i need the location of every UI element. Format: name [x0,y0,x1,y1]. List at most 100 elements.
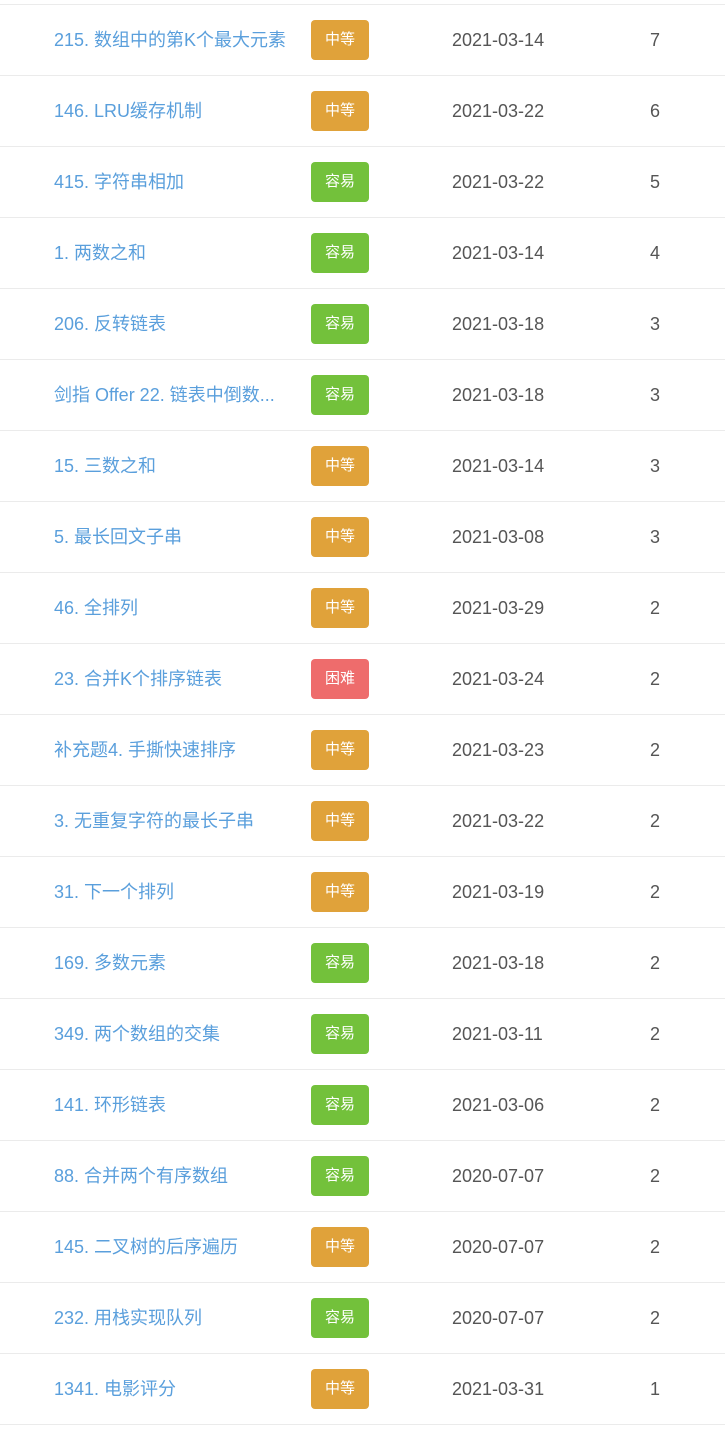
difficulty-badge: 容易 [311,1156,369,1196]
table-row: 1341. 电影评分 中等 2021-03-31 1 [0,1354,725,1425]
problem-title-link[interactable]: 206. 反转链表 [54,289,294,359]
last-date: 2020-07-07 [452,1166,545,1186]
problem-title-link[interactable]: 215. 数组中的第K个最大元素 [54,5,294,75]
table-row: 31. 下一个排列 中等 2021-03-19 2 [0,857,725,928]
table-row: 232. 用栈实现队列 容易 2020-07-07 2 [0,1283,725,1354]
table-row: 169. 多数元素 容易 2021-03-18 2 [0,928,725,999]
frequency-count: 2 [649,1237,660,1257]
last-date: 2021-03-14 [452,456,545,476]
problem-table: 215. 数组中的第K个最大元素 中等 2021-03-14 7 146. LRU缓存机… [0,0,725,1430]
last-date: 2021-03-19 [452,882,545,902]
last-date: 2021-03-18 [452,314,545,334]
table-row: 145. 二叉树的后序遍历 中等 2020-07-07 2 [0,1212,725,1283]
table-row: 46. 全排列 中等 2021-03-29 2 [0,573,725,644]
table-row: 23. 合并K个排序链表 困难 2021-03-24 2 [0,644,725,715]
frequency-count: 4 [649,243,660,263]
difficulty-badge: 容易 [311,233,369,273]
problem-title-link[interactable]: 46. 全排列 [54,573,294,643]
difficulty-badge: 容易 [311,304,369,344]
difficulty-badge: 中等 [311,91,369,131]
problem-title-link[interactable]: 23. 合并K个排序链表 [54,644,294,714]
difficulty-badge: 容易 [311,943,369,983]
difficulty-badge: 中等 [311,801,369,841]
frequency-count: 2 [649,1095,660,1115]
last-date: 2021-03-31 [452,1379,545,1399]
frequency-count: 7 [649,30,660,50]
table-row: 88. 合并两个有序数组 容易 2020-07-07 2 [0,1141,725,1212]
problem-title-link[interactable]: 232. 用栈实现队列 [54,1283,294,1353]
table-row: 141. 环形链表 容易 2021-03-06 2 [0,1070,725,1141]
frequency-count: 2 [649,1024,660,1044]
table-row: 补充题4. 手撕快速排序 中等 2021-03-23 2 [0,715,725,786]
frequency-count: 3 [649,456,660,476]
problem-title-link[interactable]: 3. 无重复字符的最长子串 [54,786,294,856]
table-body: 215. 数组中的第K个最大元素 中等 2021-03-14 7 146. LRU缓存机… [0,5,725,1425]
last-date: 2020-07-07 [452,1308,545,1328]
frequency-count: 6 [649,101,660,121]
table-row: 146. LRU缓存机制 中等 2021-03-22 6 [0,76,725,147]
difficulty-badge: 中等 [311,588,369,628]
difficulty-badge: 中等 [311,1369,369,1409]
frequency-count: 2 [649,598,660,618]
table-row: 5. 最长回文子串 中等 2021-03-08 3 [0,502,725,573]
frequency-count: 1 [649,1379,660,1399]
last-date: 2021-03-11 [452,1024,543,1044]
problem-title-link[interactable]: 169. 多数元素 [54,928,294,998]
frequency-count: 2 [649,1166,660,1186]
last-date: 2021-03-14 [452,243,545,263]
last-date: 2021-03-22 [452,101,545,121]
last-date: 2021-03-23 [452,740,545,760]
problem-title-link[interactable]: 剑指 Offer 22. 链表中倒数... [54,360,294,430]
difficulty-badge: 容易 [311,162,369,202]
frequency-count: 2 [649,740,660,760]
problem-title-link[interactable]: 349. 两个数组的交集 [54,999,294,1069]
difficulty-badge: 容易 [311,1298,369,1338]
last-date: 2021-03-18 [452,385,545,405]
table-row: 206. 反转链表 容易 2021-03-18 3 [0,289,725,360]
frequency-count: 2 [649,1308,660,1328]
frequency-count: 5 [649,172,660,192]
frequency-count: 2 [649,882,660,902]
last-date: 2021-03-18 [452,953,545,973]
difficulty-badge: 中等 [311,20,369,60]
problem-title-link[interactable]: 415. 字符串相加 [54,147,294,217]
difficulty-badge: 容易 [311,1014,369,1054]
table-row: 415. 字符串相加 容易 2021-03-22 5 [0,147,725,218]
table-row: 1. 两数之和 容易 2021-03-14 4 [0,218,725,289]
problem-title-link[interactable]: 146. LRU缓存机制 [54,76,294,146]
frequency-count: 2 [649,953,660,973]
problem-title-link[interactable]: 145. 二叉树的后序遍历 [54,1212,294,1282]
problem-title-link[interactable]: 补充题4. 手撕快速排序 [54,715,294,785]
last-date: 2021-03-22 [452,811,545,831]
difficulty-badge: 中等 [311,872,369,912]
problem-title-link[interactable]: 31. 下一个排列 [54,857,294,927]
last-date: 2021-03-08 [452,527,545,547]
difficulty-badge: 容易 [311,375,369,415]
last-date: 2021-03-14 [452,30,545,50]
frequency-count: 3 [649,314,660,334]
difficulty-badge: 中等 [311,517,369,557]
table-row: 349. 两个数组的交集 容易 2021-03-11 2 [0,999,725,1070]
problem-title-link[interactable]: 1. 两数之和 [54,218,294,288]
last-date: 2021-03-06 [452,1095,545,1115]
problem-title-link[interactable]: 1341. 电影评分 [54,1354,294,1424]
problem-title-link[interactable]: 88. 合并两个有序数组 [54,1141,294,1211]
last-date: 2021-03-24 [452,669,545,689]
frequency-count: 2 [649,669,660,689]
last-date: 2021-03-29 [452,598,545,618]
problem-title-link[interactable]: 141. 环形链表 [54,1070,294,1140]
table-row: 215. 数组中的第K个最大元素 中等 2021-03-14 7 [0,5,725,76]
problem-title-link[interactable]: 5. 最长回文子串 [54,502,294,572]
frequency-count: 3 [649,527,660,547]
table-row: 剑指 Offer 22. 链表中倒数... 容易 2021-03-18 3 [0,360,725,431]
difficulty-badge: 中等 [311,730,369,770]
last-date: 2020-07-07 [452,1237,545,1257]
last-date: 2021-03-22 [452,172,545,192]
difficulty-badge: 容易 [311,1085,369,1125]
frequency-count: 3 [649,385,660,405]
difficulty-badge: 中等 [311,1227,369,1267]
problem-title-link[interactable]: 15. 三数之和 [54,431,294,501]
table-row: 3. 无重复字符的最长子串 中等 2021-03-22 2 [0,786,725,857]
difficulty-badge: 中等 [311,446,369,486]
difficulty-badge: 困难 [311,659,369,699]
